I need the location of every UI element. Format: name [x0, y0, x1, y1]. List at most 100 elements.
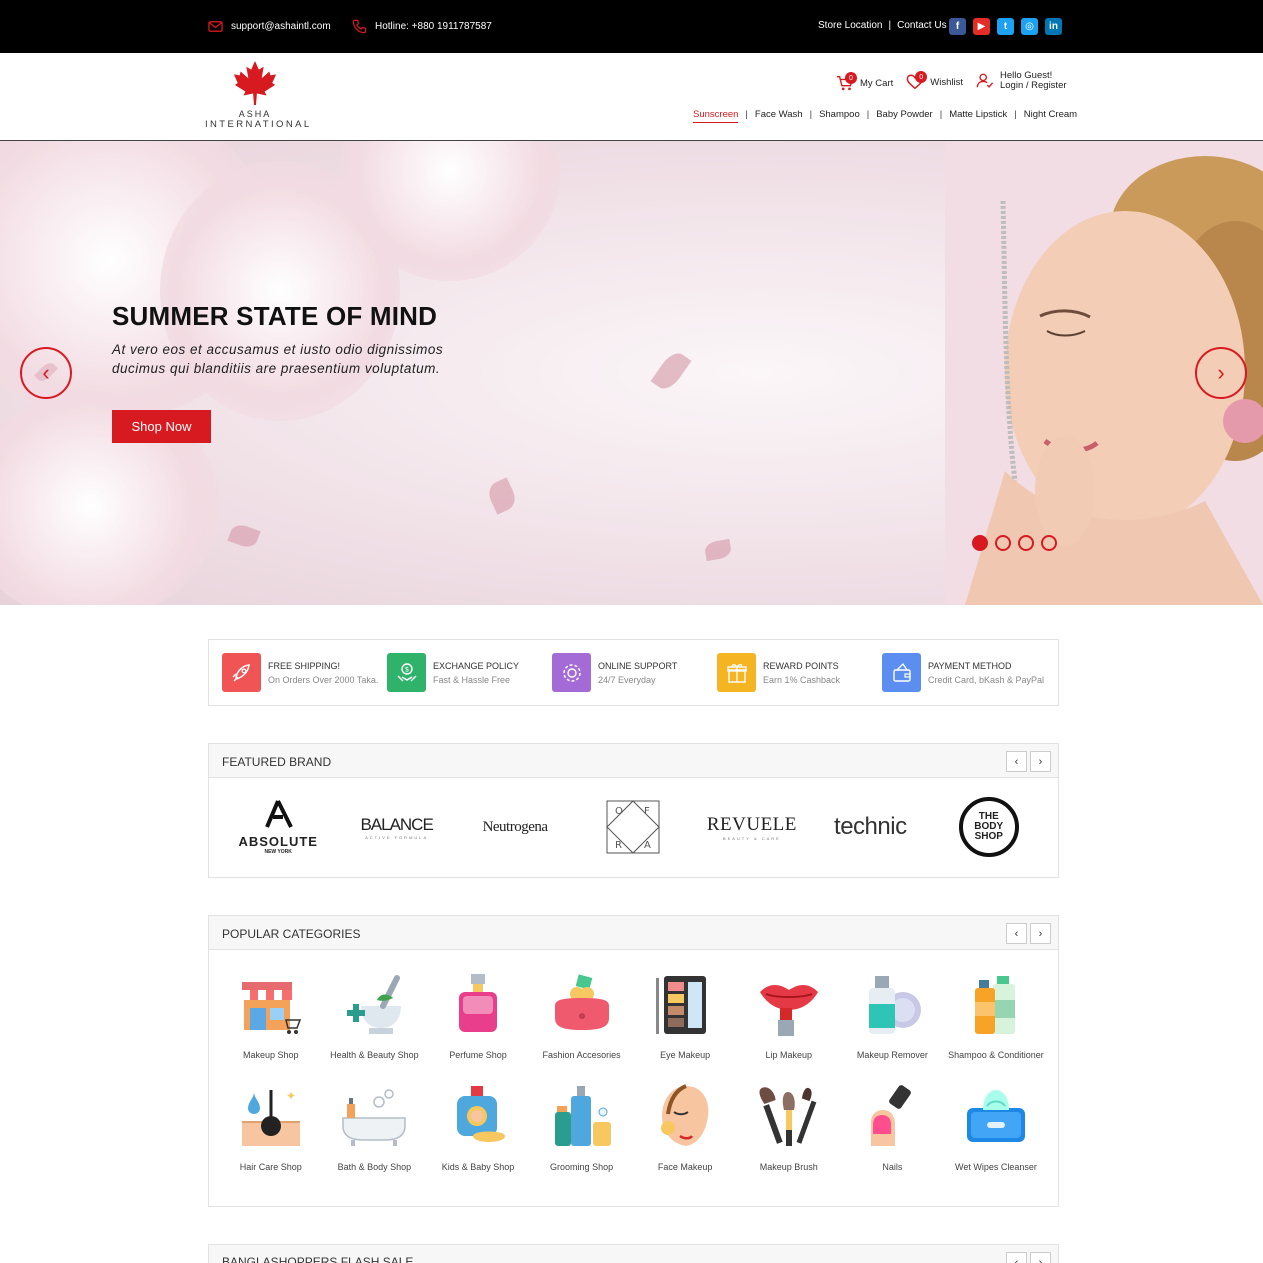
category-shampoo-conditioner[interactable]: Shampoo & Conditioner — [944, 970, 1048, 1060]
hero-title: SUMMER STATE OF MIND — [112, 301, 438, 331]
category-grooming-shop[interactable]: Grooming Shop — [530, 1082, 634, 1172]
svg-text:A: A — [644, 840, 651, 851]
gift-icon — [717, 653, 756, 692]
nav-shampoo[interactable]: Shampoo — [819, 109, 860, 123]
social-links: f ▶ t ◎ in — [949, 18, 1062, 35]
category-health-beauty-shop[interactable]: Health & Beauty Shop — [323, 970, 427, 1060]
wishlist-link[interactable]: 0 Wishlist — [906, 71, 963, 91]
hero-slider: SUMMER STATE OF MIND At vero eos et accu… — [0, 141, 1263, 605]
category-wet-wipes-cleanser[interactable]: Wet Wipes Cleanser — [944, 1082, 1048, 1172]
brand-name: ABSOLUTE — [238, 834, 318, 849]
brand-name: technic — [834, 813, 907, 840]
cart-label: My Cart — [860, 77, 894, 89]
petal-decoration — [703, 538, 733, 562]
brand-revuele[interactable]: REVUELE BEAUTY & CARE — [697, 797, 807, 857]
slider-dot[interactable] — [1018, 535, 1034, 551]
twitter-icon[interactable]: t — [997, 18, 1014, 35]
brand-technic[interactable]: technic — [815, 797, 925, 857]
category-fashion-accesories[interactable]: Fashion Accesories — [530, 970, 634, 1060]
login-register-link[interactable]: Login / Register — [1000, 81, 1067, 91]
facebook-icon[interactable]: f — [949, 18, 966, 35]
chevron-right-icon: › — [1217, 360, 1225, 385]
rocket-icon — [222, 653, 261, 692]
feature-strip: FREE SHIPPING! On Orders Over 2000 Taka. … — [208, 639, 1059, 706]
category-label: Bath & Body Shop — [337, 1162, 412, 1172]
category-makeup-shop[interactable]: Makeup Shop — [219, 970, 323, 1060]
slider-dots — [972, 535, 1057, 551]
cart-link[interactable]: 0 My Cart — [836, 72, 894, 92]
hotline-link[interactable]: Hotline: +880 1911787587 — [352, 19, 492, 34]
category-face-makeup[interactable]: Face Makeup — [633, 1082, 737, 1172]
brand-ofra[interactable]: O F R A — [578, 797, 688, 857]
linkedin-icon[interactable]: in — [1045, 18, 1062, 35]
brand-prev-button[interactable]: ‹ — [1006, 751, 1027, 772]
category-label: Grooming Shop — [550, 1162, 614, 1172]
category-label: Nails — [882, 1162, 903, 1172]
slider-dot[interactable] — [972, 535, 988, 551]
money-hand-icon: $ — [387, 653, 426, 692]
category-nails[interactable]: Nails — [841, 1082, 945, 1172]
mortar-icon — [347, 975, 402, 1034]
nav-matte-lipstick[interactable]: Matte Lipstick — [949, 109, 1007, 123]
category-nav: Sunscreen | Face Wash | Shampoo | Baby P… — [693, 109, 1077, 123]
flash-prev-button[interactable]: ‹ — [1006, 1252, 1027, 1263]
shop-now-button[interactable]: Shop Now — [112, 410, 211, 443]
featured-brand-panel: FEATURED BRAND ‹ › ABSOLUTE NEW YORK BAL… — [208, 743, 1059, 878]
category-kids-baby-shop[interactable]: Kids & Baby Shop — [426, 1082, 530, 1172]
category-makeup-remover[interactable]: Makeup Remover — [841, 970, 945, 1060]
instagram-icon[interactable]: ◎ — [1021, 18, 1038, 35]
flash-next-button[interactable]: › — [1030, 1252, 1051, 1263]
feature-reward-points: REWARD POINTS Earn 1% Cashback — [717, 640, 882, 705]
petal-decoration — [484, 477, 520, 515]
feature-title: PAYMENT METHOD — [928, 660, 1012, 671]
category-label: Makeup Remover — [856, 1050, 928, 1060]
nav-baby-powder[interactable]: Baby Powder — [876, 109, 933, 123]
ofra-logo-icon: O F R A — [606, 800, 661, 854]
brand-name: REVUELE — [706, 813, 797, 835]
brand-neutrogena[interactable]: Neutrogena — [460, 797, 570, 857]
account-link[interactable]: Hello Guest! Login / Register — [976, 71, 1067, 91]
svg-text:$: $ — [404, 665, 408, 673]
nav-night-cream[interactable]: Night Cream — [1024, 109, 1077, 123]
brand-name: THE BODY SHOP — [974, 811, 1004, 842]
lipstick-icon — [759, 985, 818, 1036]
contact-us-link[interactable]: Contact Us — [897, 20, 946, 31]
category-perfume-shop[interactable]: Perfume Shop — [426, 970, 530, 1060]
store-location-link[interactable]: Store Location — [818, 20, 883, 31]
category-label: Makeup Brush — [759, 1162, 818, 1172]
category-prev-button[interactable]: ‹ — [1006, 923, 1027, 944]
category-label: Makeup Shop — [243, 1050, 299, 1060]
brand-next-button[interactable]: › — [1030, 751, 1051, 772]
category-makeup-brush[interactable]: Makeup Brush — [737, 1082, 841, 1172]
category-label: Perfume Shop — [449, 1050, 507, 1060]
brand-absolute[interactable]: ABSOLUTE NEW YORK — [223, 797, 333, 857]
category-bath-body-shop[interactable]: Bath & Body Shop — [323, 1082, 427, 1172]
nav-sunscreen[interactable]: Sunscreen — [693, 109, 739, 123]
slider-dot[interactable] — [995, 535, 1011, 551]
email-link[interactable]: support@ashaintl.com — [208, 19, 331, 34]
feature-title: EXCHANGE POLICY — [433, 660, 520, 671]
logo[interactable]: ASHA INTERNATIONAL — [205, 59, 309, 130]
slider-next-button[interactable]: › — [1195, 347, 1247, 399]
category-label: Shampoo & Conditioner — [948, 1050, 1044, 1060]
category-hair-care-shop[interactable]: ✦ Hair Care Shop — [219, 1082, 323, 1172]
slider-prev-button[interactable]: ‹ — [20, 347, 72, 399]
svg-text:✦: ✦ — [286, 1089, 296, 1103]
feature-exchange-policy: $ EXCHANGE POLICY Fast & Hassle Free — [387, 640, 552, 705]
petal-decoration — [227, 521, 261, 551]
nav-face-wash[interactable]: Face Wash — [755, 109, 803, 123]
category-lip-makeup[interactable]: Lip Makeup — [737, 970, 841, 1060]
category-next-button[interactable]: › — [1030, 923, 1051, 944]
wishlist-count-badge: 0 — [915, 71, 928, 83]
brand-the-body-shop[interactable]: THE BODY SHOP — [934, 797, 1044, 857]
wishlist-label: Wishlist — [930, 76, 963, 88]
brand-sub: ACTIVE FORMULA — [365, 834, 429, 840]
svg-text:F: F — [644, 806, 650, 817]
category-eye-makeup[interactable]: Eye Makeup — [633, 970, 737, 1060]
youtube-icon[interactable]: ▶ — [973, 18, 990, 35]
slider-dot[interactable] — [1041, 535, 1057, 551]
popular-categories-title: POPULAR CATEGORIES — [222, 927, 361, 941]
nail-polish-icon — [871, 1085, 912, 1146]
feature-sub: Credit Card, bKash & PayPal — [928, 674, 1045, 685]
brand-balance[interactable]: BALANCE ACTIVE FORMULA — [342, 797, 452, 857]
